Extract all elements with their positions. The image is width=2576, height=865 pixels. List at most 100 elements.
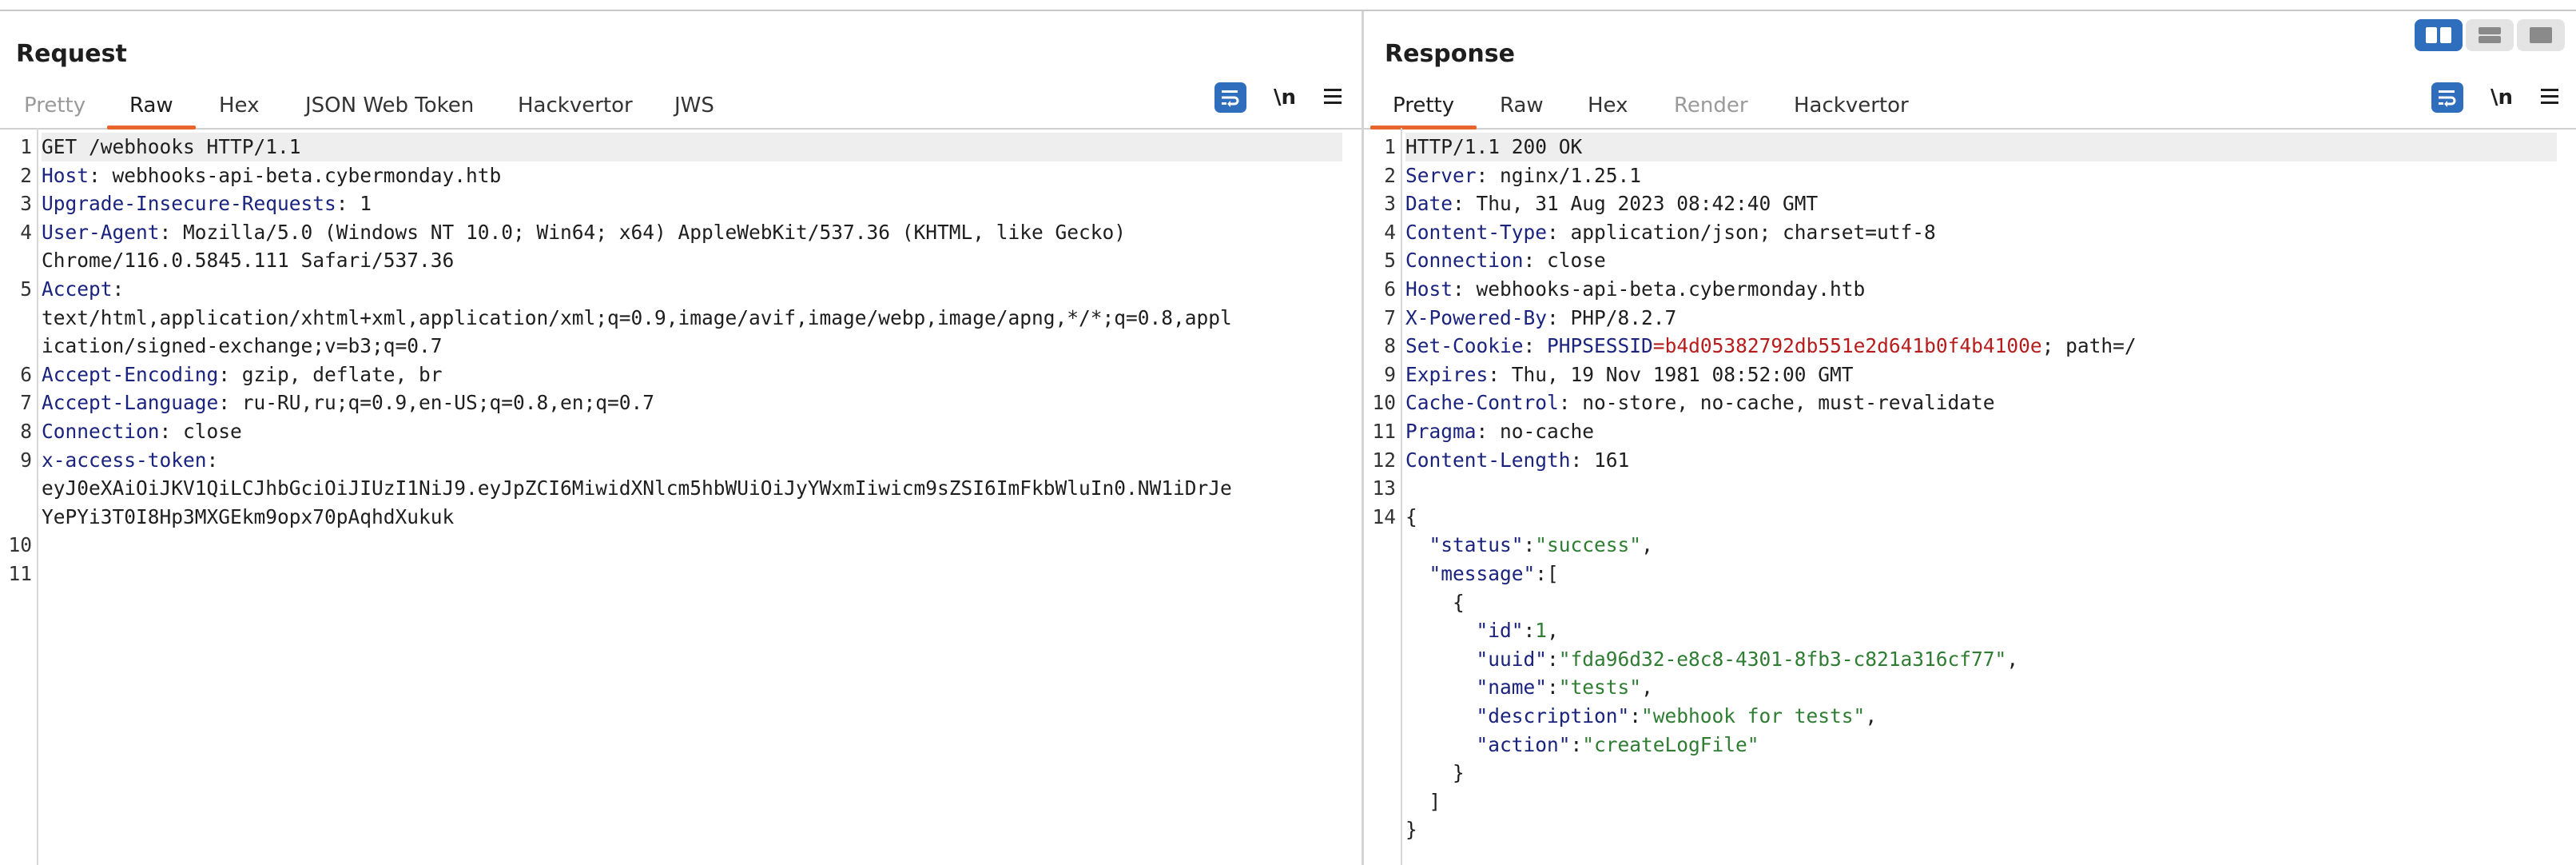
request-wrap-lines-button[interactable] (1214, 82, 1246, 113)
line-code: ] (1405, 787, 2557, 816)
line-number: 9 (1384, 362, 1396, 386)
json-punctuation: , (1865, 704, 1878, 727)
line-number: 9 (20, 448, 32, 472)
response-line: "description":"webhook for tests", (1364, 702, 2576, 731)
request-tab-pretty[interactable]: Pretty (24, 83, 85, 128)
header-name: Upgrade-Insecure-Requests (42, 192, 336, 216)
line-number: 5 (20, 277, 32, 301)
status-line: HTTP/1.1 200 OK (1405, 135, 1583, 158)
header-value: 1 (360, 192, 372, 216)
response-line: "action":"createLogFile" (1364, 731, 2576, 759)
response-line: 8 Set-Cookie: PHPSESSID=b4d05382792db551e… (1364, 332, 2576, 361)
response-tabs: Pretty Raw Hex Render Hackvertor (1364, 83, 2576, 130)
request-line: 1 GET /webhooks HTTP/1.1 (0, 133, 1362, 161)
header-value: 161 (1594, 448, 1630, 472)
response-menu-button[interactable] (2540, 87, 2559, 108)
json-value: "createLogFile" (1582, 732, 1759, 756)
header-value: nginx/1.25.1 (1500, 163, 1642, 187)
response-tab-raw[interactable]: Raw (1500, 83, 1544, 128)
json-punctuation: , (1547, 619, 1559, 643)
header-name: Pragma (1405, 420, 1477, 443)
line-code: Host: webhooks-api-beta.cybermonday.htb (1405, 275, 2557, 304)
header-name: Cache-Control (1405, 391, 1559, 415)
response-tab-hex[interactable]: Hex (1588, 83, 1628, 128)
request-tab-hex[interactable]: Hex (219, 83, 259, 128)
header-separator: : (1523, 334, 1548, 358)
header-separator: : (1476, 163, 1501, 187)
request-tab-jws[interactable]: JWS (674, 83, 714, 128)
request-tab-hackvertor[interactable]: Hackvertor (518, 83, 633, 128)
request-tools: \n (1214, 82, 1342, 114)
line-number: 3 (20, 192, 32, 216)
header-separator: : (159, 220, 184, 244)
line-code: Expires: Thu, 19 Nov 1981 08:52:00 GMT (1405, 361, 2557, 389)
json-value: "fda96d32-e8c8-4301-8fb3-c821a316cf77" (1558, 647, 2007, 671)
request-tab-raw[interactable]: Raw (107, 83, 196, 130)
header-name: Server (1405, 163, 1477, 187)
header-name: Content-Type (1405, 220, 1548, 244)
request-line: 10 (0, 531, 1362, 560)
line-text: ] (1405, 789, 1441, 813)
json-punctuation: , (1641, 533, 1653, 557)
response-line: 14 { (1364, 503, 2576, 532)
header-name: Date (1405, 192, 1453, 216)
response-tab-pretty[interactable]: Pretty (1369, 83, 1477, 130)
header-separator: : (1488, 362, 1512, 386)
line-code: Accept-Encoding: gzip, deflate, br (42, 361, 1342, 389)
response-pane: Response Pretty Raw Hex Render Hackverto… (1364, 11, 2576, 865)
response-line: 6 Host: webhooks-api-beta.cybermonday.htb (1364, 275, 2576, 304)
header-separator: : (89, 163, 113, 187)
cookie-attributes: ; path=/ (2041, 334, 2137, 358)
header-separator: : (206, 448, 219, 472)
line-code: Date: Thu, 31 Aug 2023 08:42:40 GMT (1405, 189, 2557, 218)
response-line: 1 HTTP/1.1 200 OK (1364, 133, 2576, 161)
line-number: 1 (20, 135, 32, 158)
line-code: Pragma: no-cache (1405, 417, 2557, 446)
request-line: eyJ0eXAiOiJKV1QiLCJhbGciOiJIUzI1NiJ9.eyJ… (0, 474, 1362, 503)
line-text: YePYi3T0I8Hp3MXGEkm9opx70pAqhdXukuk (42, 504, 455, 528)
line-text: eyJ0eXAiOiJKV1QiLCJhbGciOiJIUzI1NiJ9.eyJ… (42, 476, 1232, 500)
line-number: 1 (1384, 135, 1396, 158)
request-line: 7 Accept-Language: ru-RU,ru;q=0.9,en-US;q… (0, 389, 1362, 417)
json-punctuation: , (2006, 647, 2019, 671)
line-code: Content-Type: application/json; charset=… (1405, 218, 2557, 247)
request-line: YePYi3T0I8Hp3MXGEkm9opx70pAqhdXukuk (0, 503, 1362, 532)
request-tab-json-web-token[interactable]: JSON Web Token (305, 83, 474, 128)
header-name: X-Powered-By (1405, 305, 1548, 329)
response-tab-hackvertor[interactable]: Hackvertor (1794, 83, 1909, 128)
header-separator: : (1547, 305, 1571, 329)
header-name: Host (1405, 277, 1453, 301)
json-key: "description" (1476, 704, 1630, 727)
hamburger-menu-icon (2541, 89, 2559, 104)
response-line: { (1364, 588, 2576, 617)
header-separator: : (1453, 192, 1477, 216)
request-menu-button[interactable] (1323, 87, 1342, 108)
line-code: Connection: close (1405, 246, 2557, 275)
json-colon: : (1535, 562, 1548, 585)
line-code: x-access-token: (42, 446, 1342, 475)
line-number: 6 (20, 362, 32, 386)
request-line: 3 Upgrade-Insecure-Requests: 1 (0, 189, 1362, 218)
header-value: Thu, 19 Nov 1981 08:52:00 GMT (1511, 362, 1854, 386)
line-code: { (1405, 503, 2557, 532)
response-tab-render[interactable]: Render (1674, 83, 1748, 128)
cookie-value: b4d05382792db551e2d641b0f4b4100e (1664, 334, 2042, 358)
request-editor[interactable]: 1 GET /webhooks HTTP/1.1 2 Host: webhooks-a… (0, 128, 1362, 865)
line-code: "action":"createLogFile" (1405, 731, 2557, 759)
header-separator: : (1547, 220, 1571, 244)
response-editor[interactable]: 1 HTTP/1.1 200 OK 2 Server: nginx/1.25.1 3 Da… (1364, 128, 2576, 865)
response-wrap-lines-button[interactable] (2431, 82, 2463, 113)
line-text: text/html,application/xhtml+xml,applicat… (42, 305, 1232, 329)
request-pane: Request Pretty Raw Hex JSON Web Token Ha… (0, 11, 1362, 865)
json-colon: : (1570, 732, 1583, 756)
response-show-newlines-button[interactable]: \n (2491, 86, 2513, 110)
header-separator: : (336, 192, 360, 216)
header-name: Accept-Encoding (42, 362, 219, 386)
header-value: no-cache (1500, 420, 1595, 443)
request-show-newlines-button[interactable]: \n (1274, 86, 1296, 110)
line-code: Connection: close (42, 417, 1342, 446)
json-key: "name" (1476, 676, 1548, 700)
line-code: { (1405, 588, 2557, 617)
json-colon: : (1547, 647, 1559, 671)
